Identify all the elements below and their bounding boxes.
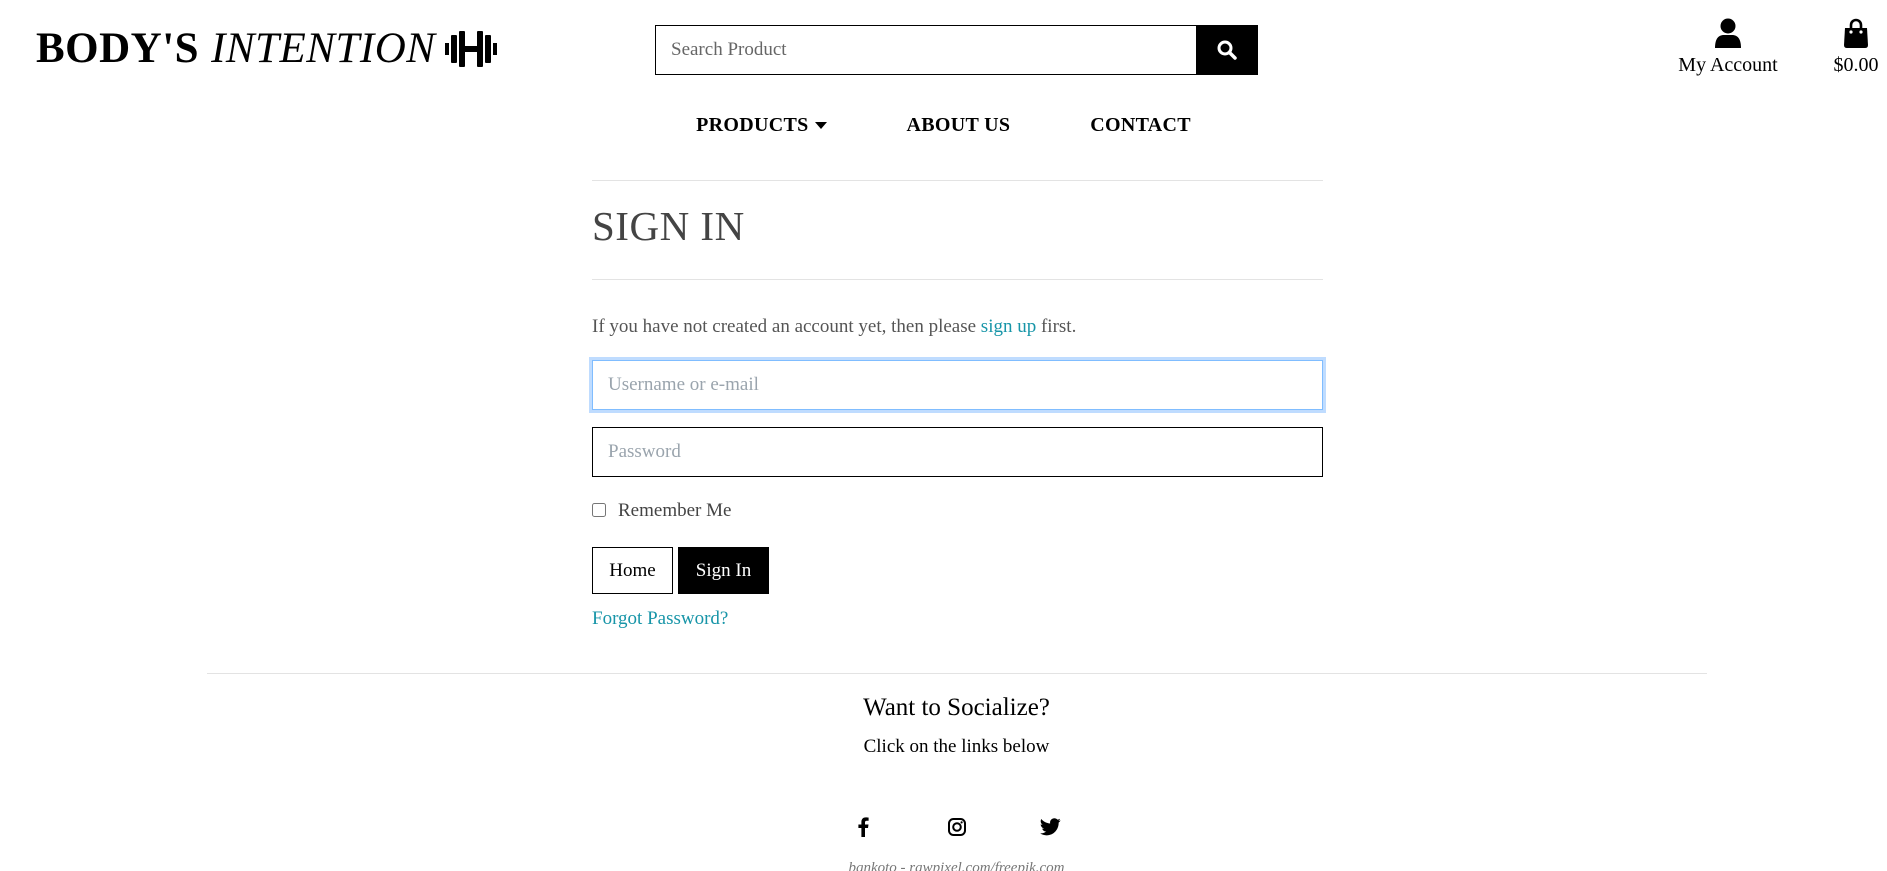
- divider-top: [592, 180, 1323, 181]
- twitter-link[interactable]: [1040, 816, 1062, 838]
- search-icon: [1217, 40, 1237, 60]
- search-bar: [655, 25, 1258, 75]
- dumbbell-icon: [445, 31, 498, 67]
- nav-products-label: PRODUCTS: [696, 114, 809, 136]
- footer-title: Want to Socialize?: [863, 694, 1050, 721]
- cart-total: $0.00: [1833, 54, 1879, 76]
- nav-contact[interactable]: CONTACT: [1090, 114, 1191, 137]
- nav-products[interactable]: PRODUCTS: [696, 114, 827, 137]
- signup-prompt: If you have not created an account yet, …: [592, 316, 1076, 338]
- sign-in-button[interactable]: Sign In: [678, 547, 769, 594]
- social-links: [0, 816, 1887, 838]
- twitter-icon: [1040, 818, 1061, 836]
- brand-name-italic: INTENTION: [211, 25, 436, 72]
- password-field[interactable]: [592, 427, 1323, 477]
- signup-prompt-after: first.: [1036, 316, 1077, 337]
- signup-prompt-before: If you have not created an account yet, …: [592, 316, 981, 337]
- cart-link[interactable]: $0.00: [1820, 18, 1887, 77]
- remember-me-label: Remember Me: [618, 500, 732, 521]
- facebook-icon: [857, 817, 869, 837]
- my-account-link[interactable]: My Account: [1672, 18, 1784, 77]
- user-icon: [1715, 18, 1741, 48]
- instagram-link[interactable]: [946, 816, 968, 838]
- my-account-label: My Account: [1678, 54, 1778, 76]
- main-nav: PRODUCTS ABOUT US CONTACT: [0, 114, 1887, 137]
- search-button[interactable]: [1196, 25, 1258, 75]
- search-input[interactable]: [655, 25, 1196, 75]
- caret-down-icon: [814, 122, 827, 129]
- remember-me-checkbox[interactable]: [592, 502, 606, 517]
- signup-link[interactable]: sign up: [981, 316, 1036, 337]
- home-button[interactable]: Home: [592, 547, 673, 594]
- page-title: SIGN IN: [592, 203, 745, 249]
- remember-me[interactable]: Remember Me: [592, 500, 731, 522]
- footer-divider: [207, 673, 1707, 674]
- shopping-bag-icon: [1844, 18, 1868, 48]
- image-credit: bgnkoto - rawpixel.com/freepik.com: [848, 860, 1065, 871]
- brand-name-bold: BODY'S: [36, 25, 200, 72]
- nav-about-label: ABOUT US: [906, 114, 1011, 136]
- brand-logo[interactable]: BODY'S INTENTION: [36, 25, 498, 72]
- nav-about-us[interactable]: ABOUT US: [907, 114, 1011, 137]
- nav-contact-label: CONTACT: [1090, 114, 1191, 136]
- footer-subtitle: Click on the links below: [863, 736, 1050, 757]
- forgot-password-link[interactable]: Forgot Password?: [592, 608, 728, 630]
- facebook-link[interactable]: [852, 816, 874, 838]
- username-field[interactable]: [592, 360, 1323, 410]
- divider-title: [592, 279, 1323, 280]
- instagram-icon: [947, 818, 966, 836]
